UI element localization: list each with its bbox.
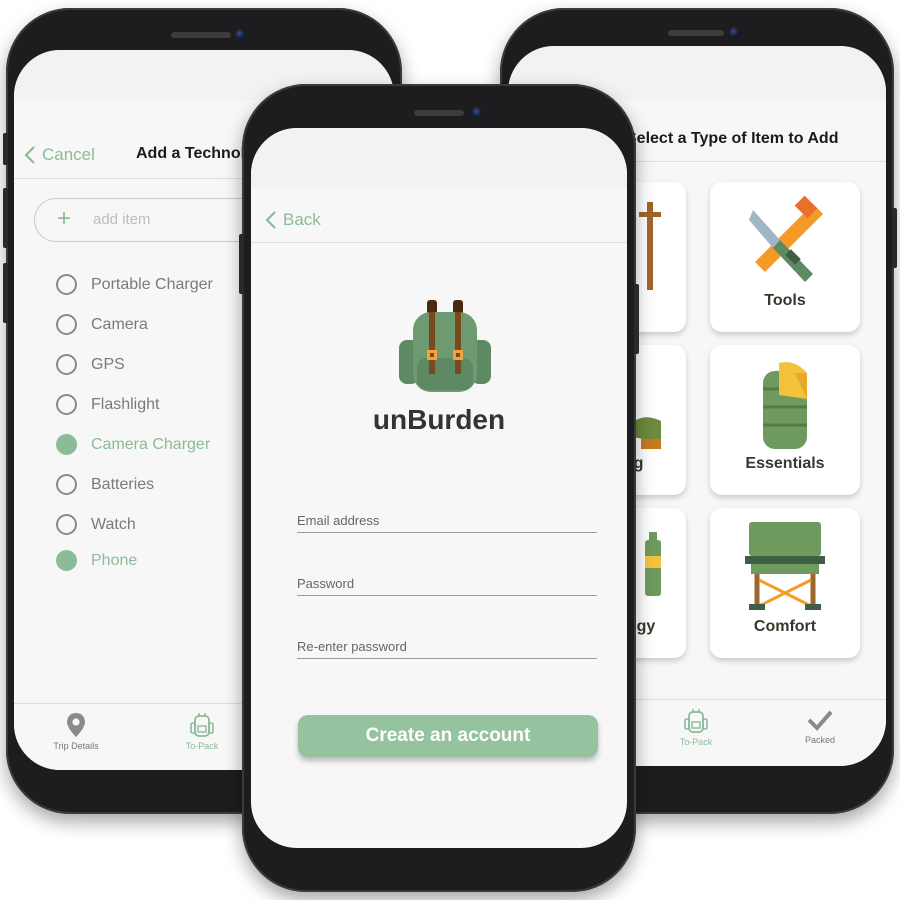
side-button bbox=[3, 133, 8, 165]
password-field-wrapper bbox=[297, 575, 597, 596]
radio-unchecked-icon bbox=[56, 354, 77, 375]
side-button bbox=[239, 234, 244, 294]
radio-checked-icon bbox=[56, 550, 77, 571]
radio-unchecked-icon bbox=[56, 474, 77, 495]
backpack-logo-icon bbox=[399, 300, 491, 392]
radio-unchecked-icon bbox=[56, 394, 77, 415]
tab-label: To-Pack bbox=[679, 737, 713, 747]
radio-unchecked-icon bbox=[56, 274, 77, 295]
password-field[interactable] bbox=[297, 576, 597, 595]
checklist-item-label: Portable Charger bbox=[91, 275, 213, 293]
front-camera bbox=[235, 29, 246, 40]
camp-chair-icon bbox=[745, 522, 825, 610]
tab-to-pack[interactable]: To-Pack bbox=[162, 712, 242, 751]
page-title: Select a Type of Item to Add bbox=[626, 130, 839, 147]
checklist-item[interactable]: Watch bbox=[56, 514, 136, 535]
map-pin-icon bbox=[67, 713, 85, 737]
speaker-grille bbox=[668, 30, 724, 36]
backpack-icon bbox=[190, 713, 214, 737]
category-label: Comfort bbox=[753, 618, 817, 635]
cancel-button[interactable]: Cancel bbox=[24, 145, 95, 165]
front-camera bbox=[729, 27, 740, 38]
checklist-item[interactable]: Phone bbox=[56, 550, 137, 571]
checklist-item-label: Flashlight bbox=[91, 395, 160, 413]
plus-icon: + bbox=[57, 205, 72, 232]
reenter-password-field[interactable] bbox=[297, 639, 597, 658]
category-card-essentials[interactable]: Essentials bbox=[710, 345, 860, 495]
email-field[interactable] bbox=[297, 513, 597, 532]
checklist-item-label: GPS bbox=[91, 355, 125, 373]
add-item-placeholder: add item bbox=[93, 211, 151, 228]
speaker-grille bbox=[171, 32, 231, 38]
front-camera bbox=[472, 107, 483, 118]
status-area bbox=[251, 128, 627, 188]
checklist-item[interactable]: Camera bbox=[56, 314, 148, 335]
checklist-item-label: Phone bbox=[91, 551, 138, 569]
checklist-item[interactable]: Camera Charger bbox=[56, 434, 210, 455]
chevron-left-icon bbox=[265, 211, 276, 229]
checkmark-icon bbox=[807, 710, 833, 731]
chevron-left-icon bbox=[24, 146, 35, 164]
tab-to-pack[interactable]: To-Pack bbox=[656, 708, 736, 747]
back-label: Back bbox=[283, 210, 321, 229]
header-divider bbox=[251, 242, 627, 243]
checklist-item[interactable]: GPS bbox=[56, 354, 125, 375]
side-button bbox=[634, 284, 639, 354]
side-button bbox=[3, 188, 8, 248]
radio-unchecked-icon bbox=[56, 514, 77, 535]
create-account-screen: Back unBurden Create an account bbox=[251, 128, 627, 848]
speaker-grille bbox=[414, 110, 464, 116]
checklist-item-label: Camera Charger bbox=[91, 435, 211, 453]
back-button[interactable]: Back bbox=[265, 210, 321, 230]
tab-trip-details[interactable]: Trip Details bbox=[36, 712, 116, 751]
cancel-label: Cancel bbox=[42, 145, 95, 164]
category-card-comfort[interactable]: Comfort bbox=[710, 508, 860, 658]
checklist-item-label: Batteries bbox=[91, 475, 155, 493]
radio-unchecked-icon bbox=[56, 314, 77, 335]
side-button bbox=[892, 208, 897, 268]
backpack-icon bbox=[684, 709, 708, 733]
email-field-wrapper bbox=[297, 512, 597, 533]
sleeping-bag-icon bbox=[763, 362, 807, 449]
category-label: Essentials bbox=[745, 455, 825, 472]
create-account-button[interactable]: Create an account bbox=[298, 715, 598, 757]
category-card-tools[interactable]: Tools bbox=[710, 182, 860, 332]
tab-label: To-Pack bbox=[185, 741, 219, 751]
radio-checked-icon bbox=[56, 434, 77, 455]
app-name: unBurden bbox=[372, 404, 506, 435]
checklist-item[interactable]: Portable Charger bbox=[56, 274, 213, 295]
tab-label: Trip Details bbox=[53, 741, 99, 751]
tab-label: Packed bbox=[804, 735, 836, 745]
checklist-item-label: Watch bbox=[91, 515, 136, 533]
checklist-item[interactable]: Flashlight bbox=[56, 394, 159, 415]
tab-packed[interactable]: Packed bbox=[780, 708, 860, 745]
side-button bbox=[3, 263, 8, 323]
checklist-item-label: Camera bbox=[91, 315, 148, 333]
knife-tools-icon bbox=[749, 195, 823, 282]
category-label: Tools bbox=[764, 292, 806, 309]
checklist-item[interactable]: Batteries bbox=[56, 474, 154, 495]
reenter-password-field-wrapper bbox=[297, 638, 597, 659]
phone-frame-center: Back unBurden Create an account bbox=[239, 84, 639, 892]
